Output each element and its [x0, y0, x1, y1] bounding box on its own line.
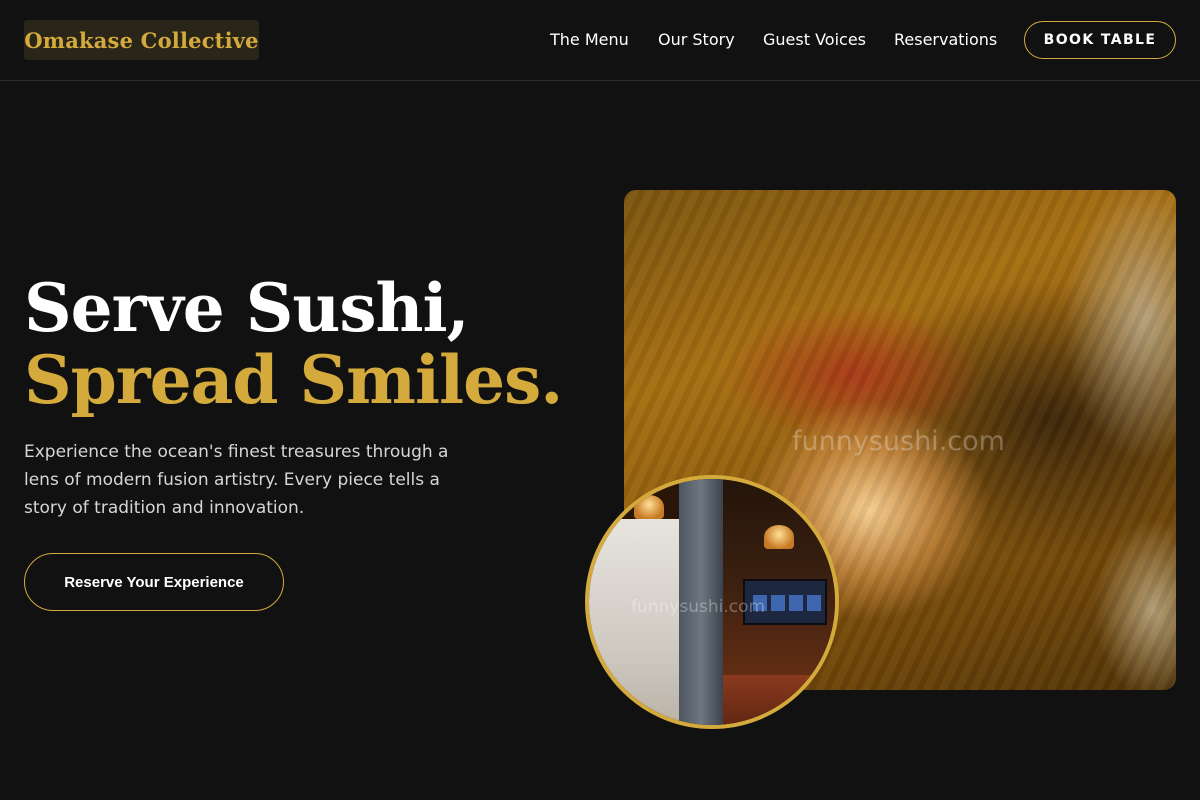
hero-title-line-1: Serve Sushi,: [24, 269, 470, 347]
site-header: Omakase Collective The Menu Our Story Gu…: [0, 0, 1200, 81]
hero-description: Experience the ocean's finest treasures …: [24, 442, 449, 518]
book-table-button[interactable]: BOOK TABLE: [1024, 21, 1176, 59]
hero-title-line-2: Spread Smiles.: [24, 341, 563, 419]
menu-board-item: [789, 595, 803, 611]
restaurant-interior-image: funnysushi.com: [585, 475, 839, 729]
nav-link-menu[interactable]: The Menu: [550, 30, 629, 49]
pendant-lamp-icon: [634, 495, 664, 519]
window-scene: [589, 519, 679, 725]
reserve-experience-button[interactable]: Reserve Your Experience: [24, 553, 284, 611]
pendant-lamp-icon: [764, 525, 794, 549]
nav-link-our-story[interactable]: Our Story: [658, 30, 735, 49]
landing-page: Omakase Collective The Menu Our Story Gu…: [0, 0, 1200, 800]
sushi-counter: [723, 675, 835, 725]
menu-board-item: [771, 595, 785, 611]
brand-logo[interactable]: Omakase Collective: [24, 20, 259, 60]
inset-watermark: funnysushi.com: [631, 597, 766, 617]
menu-board-item: [807, 595, 821, 611]
nav-link-reservations[interactable]: Reservations: [894, 30, 997, 49]
image-watermark: funnysushi.com: [792, 426, 1005, 457]
nav-link-guest-voices[interactable]: Guest Voices: [763, 30, 866, 49]
